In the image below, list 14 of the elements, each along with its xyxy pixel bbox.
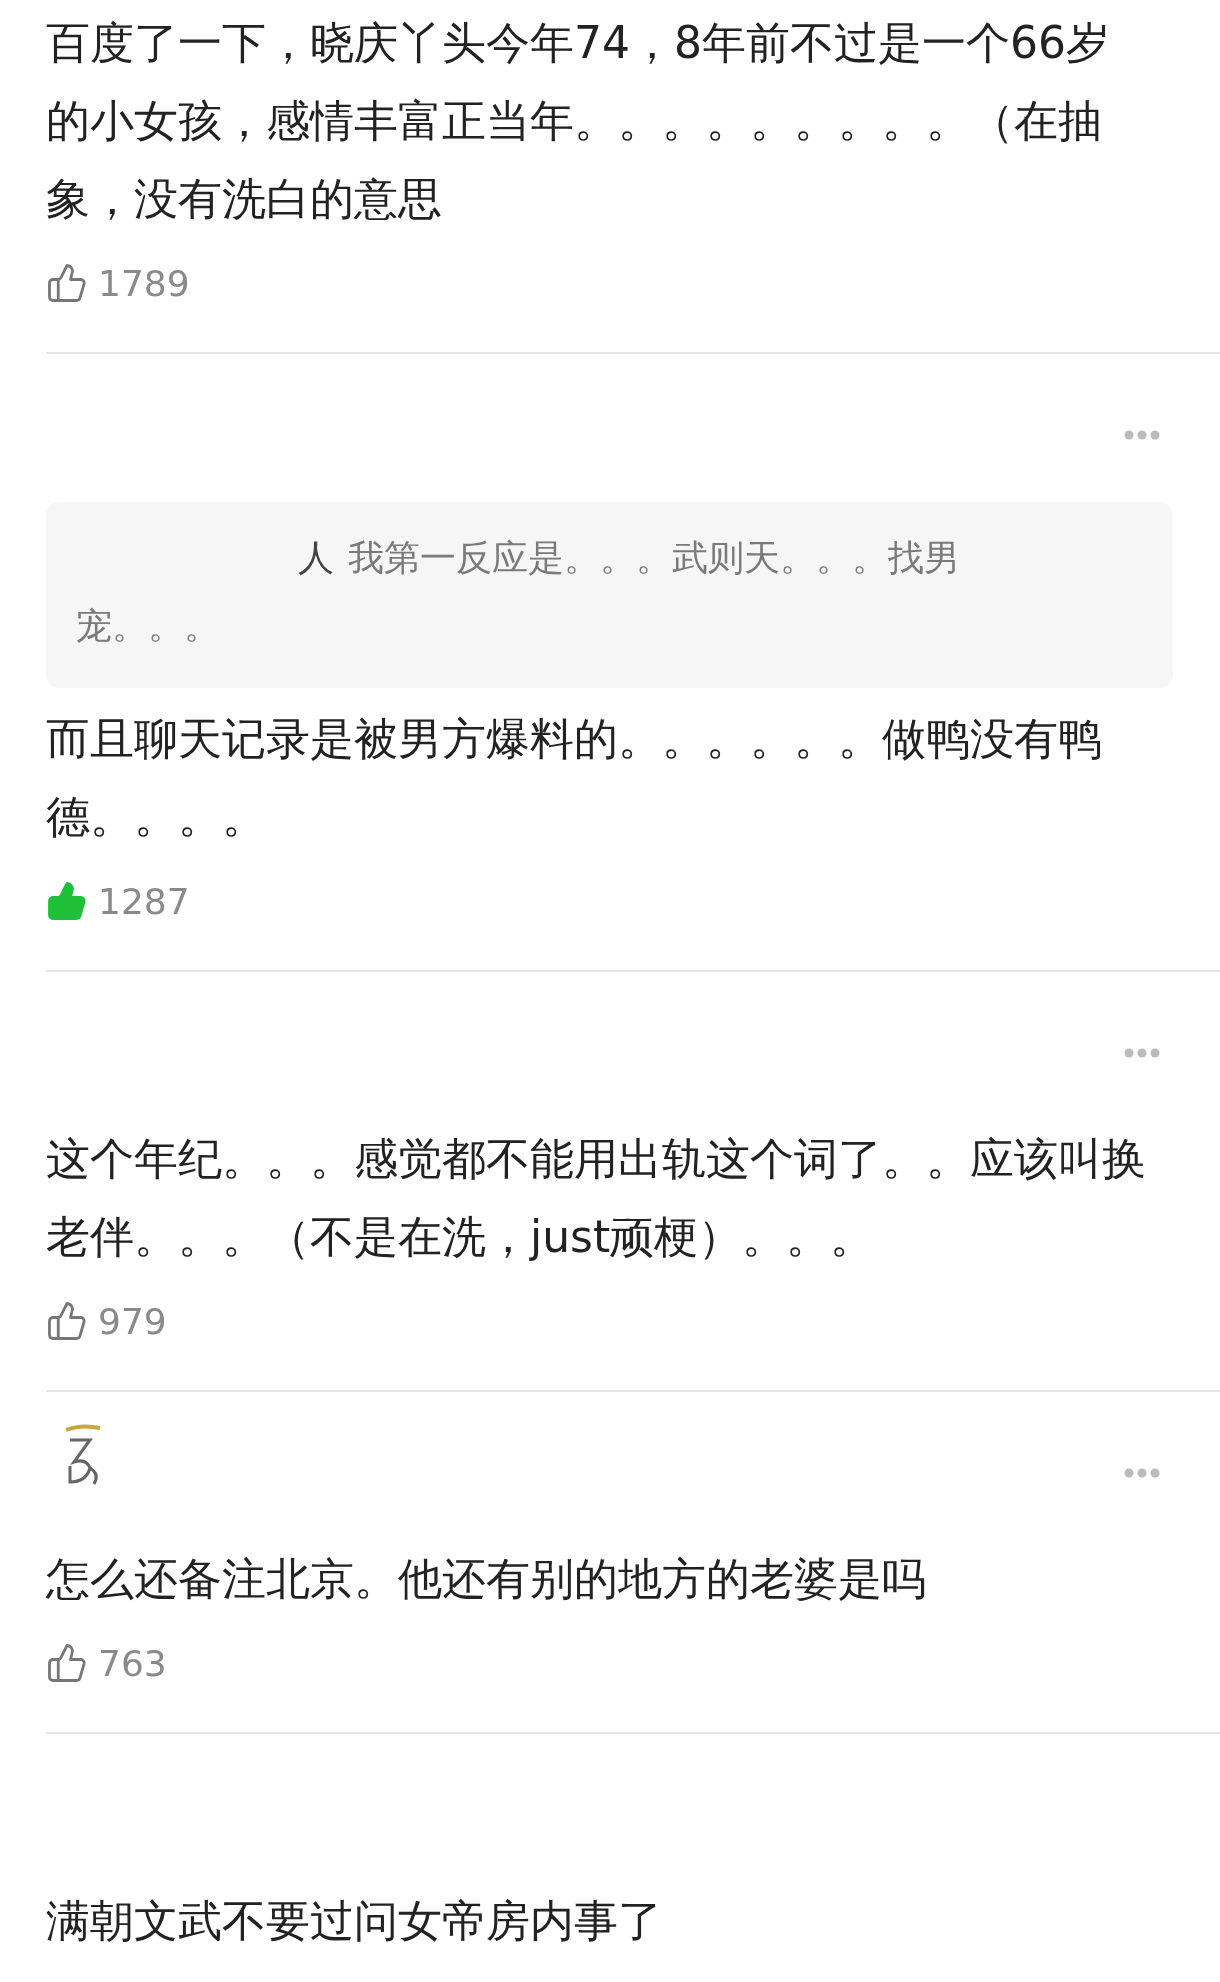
comment-text: 这个年纪。。。感觉都不能用出轨这个词了。。应该叫换老伴。。。（不是在洗，just顽梗）。。。	[46, 1132, 1147, 1264]
like-count: 1287	[98, 880, 190, 922]
like-icon[interactable]	[46, 1642, 88, 1684]
comment-text: 怎么还备注北京。他还有别的地方的老婆是吗	[46, 1552, 927, 1606]
comment-text: 百度了一下，晓庆丫头今年74，8年前不过是一个66岁的小女孩，感情丰富正当年。。。。。。。。。（在抽象，没有洗白的意思	[46, 16, 1111, 226]
like-icon[interactable]	[46, 880, 88, 922]
comment-text: 满朝文武不要过问女帝房内事了	[46, 1894, 663, 1948]
like-icon[interactable]	[46, 262, 88, 304]
comment-text: 而且聊天记录是被男方爆料的。。。。。。做鸭没有鸭德。。。。	[46, 712, 1103, 844]
like-icon[interactable]	[46, 1300, 88, 1342]
like-count: 763	[98, 1642, 167, 1684]
quote-text: 人 我第一反应是。。。武则天。。。找男宠。。。	[76, 537, 960, 646]
like-count: 1789	[98, 262, 190, 304]
like-count: 979	[98, 1300, 167, 1342]
